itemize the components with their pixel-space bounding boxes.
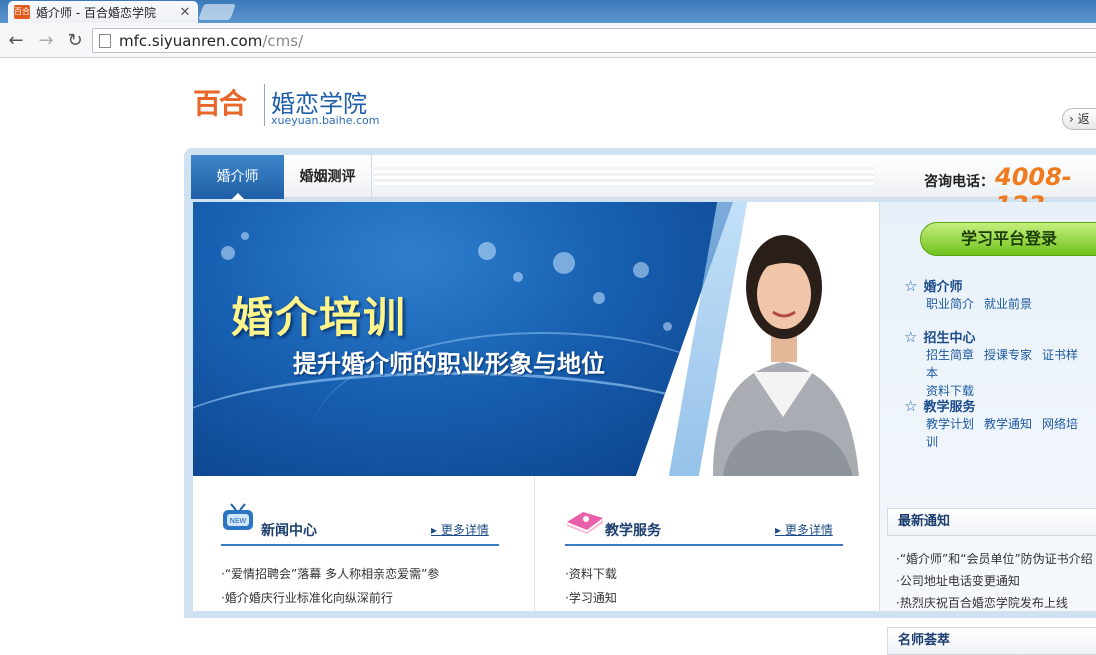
bokeh-dot xyxy=(593,292,605,304)
sidebar: 学习平台登录 ☆ 婚介师 职业简介 就业前景 ☆ 招生中心 招生简章 授课专家 证书样本 … xyxy=(880,202,1096,655)
page-icon xyxy=(99,33,111,48)
notice-item[interactable]: ·“婚介师”和“会员单位”防伪证书介绍 xyxy=(896,548,1093,570)
back-chevron-icon: › xyxy=(1069,112,1078,126)
star-icon: ☆ xyxy=(904,276,918,295)
browser-titlebar: 百合 婚介师 - 百合婚恋学院 ✕ xyxy=(0,0,1096,23)
news-item[interactable]: ·婚介婚庆行业标准化向纵深前行 xyxy=(221,586,439,610)
news-more-link[interactable]: ▸ 更多详情 xyxy=(431,521,489,538)
hero-banner[interactable]: 婚介培训 提升婚介师的职业形象与地位 xyxy=(193,202,879,476)
news-list: ·“爱情招聘会”落幕 多人称相亲恋爱需”参 ·婚介婚庆行业标准化向纵深前行 xyxy=(221,562,439,610)
page: 百合 婚恋学院 xueyuan.baihe.com › 返 婚介师 婚姻测评 咨… xyxy=(0,58,1096,655)
logo-divider xyxy=(264,84,265,126)
notice-item[interactable]: ·公司地址电话变更通知 xyxy=(896,570,1093,592)
sidebar-group-title[interactable]: 教学服务 xyxy=(923,396,975,415)
forward-arrow-icon[interactable]: → xyxy=(35,30,57,52)
sidebar-link[interactable]: 就业前景 xyxy=(984,297,1032,311)
teaching-more-link[interactable]: ▸ 更多详情 xyxy=(775,521,833,538)
teaching-section-title: 教学服务 xyxy=(605,523,661,539)
logo-domain: xueyuan.baihe.com xyxy=(271,114,380,127)
nav-tab-marriage-assessment[interactable]: 婚姻测评 xyxy=(284,155,372,199)
bokeh-dot xyxy=(221,246,235,260)
teaching-item[interactable]: ·学习通知 xyxy=(565,586,617,610)
column-divider xyxy=(534,476,535,611)
reload-icon[interactable]: ↻ xyxy=(64,30,86,52)
banner-subtitle: 提升婚介师的职业形象与地位 xyxy=(293,350,605,378)
sidebar-link[interactable]: 授课专家 xyxy=(984,348,1032,362)
latest-notice-header: 最新通知 xyxy=(887,508,1096,536)
back-label: 返 xyxy=(1077,112,1090,126)
instructor-photo xyxy=(713,235,859,476)
book-icon xyxy=(567,512,603,534)
teaching-more-label: 更多详情 xyxy=(784,523,833,537)
browser-tab[interactable]: 百合 婚介师 - 百合婚恋学院 ✕ xyxy=(8,1,198,23)
phone-label: 咨询电话： xyxy=(924,174,994,190)
site-favicon-icon: 百合 xyxy=(14,5,30,19)
news-more-label: 更多详情 xyxy=(440,523,489,537)
address-bar[interactable]: mfc.siyuanren.com/cms/ xyxy=(92,28,1096,53)
notice-list: ·“婚介师”和“会员单位”防伪证书介绍 ·公司地址电话变更通知 ·热烈庆祝百合婚… xyxy=(896,548,1093,614)
teaching-list: ·资料下载 ·学习通知 xyxy=(565,562,617,610)
back-home-button[interactable]: › 返 xyxy=(1062,108,1096,130)
content-area: NEW 新闻中心 ▸ 更多详情 ·“爱情招聘会”落幕 多人称相亲恋爱需”参 ·婚… xyxy=(193,476,879,611)
section-underline xyxy=(221,544,499,546)
star-icon: ☆ xyxy=(904,327,918,346)
learning-platform-login-button[interactable]: 学习平台登录 xyxy=(920,222,1096,256)
news-item[interactable]: ·“爱情招聘会”落幕 多人称相亲恋爱需”参 xyxy=(221,562,439,586)
browser-toolbar: ← → ↻ mfc.siyuanren.com/cms/ xyxy=(0,23,1096,58)
bokeh-dot xyxy=(478,242,496,260)
news-section-title: 新闻中心 xyxy=(261,523,317,539)
bokeh-dot xyxy=(663,322,672,331)
nav-active-caret-icon xyxy=(231,193,245,200)
sidebar-group-title[interactable]: 婚介师 xyxy=(923,276,962,295)
sidebar-link[interactable]: 教学计划 xyxy=(926,417,974,431)
sidebar-link[interactable]: 招生简章 xyxy=(926,348,974,362)
bokeh-dot xyxy=(553,252,575,274)
sidebar-link[interactable]: 职业简介 xyxy=(926,297,974,311)
baihe-logo[interactable]: 百合 xyxy=(193,82,247,122)
sidebar-group-title[interactable]: 招生中心 xyxy=(923,327,975,346)
svg-text:NEW: NEW xyxy=(230,517,247,525)
bokeh-dot xyxy=(513,272,523,282)
banner-title: 婚介培训 xyxy=(231,293,408,342)
new-tab-button[interactable] xyxy=(198,4,236,20)
sidebar-group-matchmaker: ☆ 婚介师 职业简介 就业前景 xyxy=(904,276,1042,313)
url-host: mfc.siyuanren.com xyxy=(119,31,263,50)
star-icon: ☆ xyxy=(904,396,918,415)
tab-title: 婚介师 - 百合婚恋学院 xyxy=(36,5,156,20)
bokeh-dot xyxy=(241,232,249,240)
bokeh-dot xyxy=(633,262,649,278)
back-arrow-icon[interactable]: ← xyxy=(5,30,27,52)
url-path: /cms/ xyxy=(262,31,304,50)
teaching-item[interactable]: ·资料下载 xyxy=(565,562,617,586)
sidebar-group-teaching: ☆ 教学服务 教学计划 教学通知 网络培训 xyxy=(904,396,1096,451)
famous-teachers-header: 名师荟萃 xyxy=(887,627,1096,655)
url-text: mfc.siyuanren.com/cms/ xyxy=(119,32,303,50)
nav-decoration xyxy=(374,167,874,187)
main-nav: 婚介师 婚姻测评 咨询电话： 4008-123 xyxy=(191,155,1096,219)
tv-news-icon: NEW xyxy=(223,503,253,530)
section-underline xyxy=(565,544,843,546)
tab-close-icon[interactable]: ✕ xyxy=(178,5,192,20)
sidebar-link[interactable]: 教学通知 xyxy=(984,417,1032,431)
sidebar-group-enrollment: ☆ 招生中心 招生简章 授课专家 证书样本 资料下载 xyxy=(904,327,1096,400)
